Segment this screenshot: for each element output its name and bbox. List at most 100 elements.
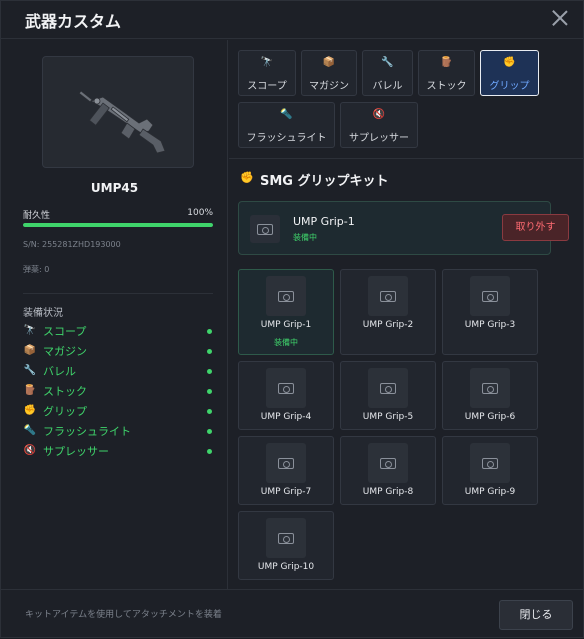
grip-card[interactable]: UMP Grip-1 装備中 xyxy=(238,269,334,355)
equip-status-barrel: 🔧 バレル xyxy=(23,363,213,381)
grip-card[interactable]: UMP Grip-4 xyxy=(238,361,334,430)
gun-icon xyxy=(78,90,166,154)
grip-card[interactable]: UMP Grip-10 xyxy=(238,511,334,580)
grip-card[interactable]: UMP Grip-3 xyxy=(442,269,538,355)
equip-status-suppressor: 🔇 サプレッサー xyxy=(23,443,213,461)
equip-status-label: サプレッサー xyxy=(43,445,109,458)
grip-thumbnail xyxy=(266,443,306,483)
tab-label: サプレッサー xyxy=(349,133,409,144)
telescope-icon: 🔭 xyxy=(260,57,274,68)
close-icon[interactable] xyxy=(549,7,571,29)
tab-label: フラッシュライト xyxy=(246,133,327,144)
box-icon: 📦 xyxy=(322,57,336,68)
divider xyxy=(23,293,213,294)
tab-scope[interactable]: 🔭 スコープ xyxy=(238,50,296,96)
camera-icon xyxy=(482,291,498,302)
grip-label: UMP Grip-5 xyxy=(362,412,414,422)
grip-thumbnail xyxy=(368,276,408,316)
equip-status-scope: 🔭 スコープ xyxy=(23,323,213,341)
grip-equipped-status: 装備中 xyxy=(274,338,298,347)
telescope-icon: 🔭 xyxy=(23,325,37,336)
weapon-panel: UMP45 耐久性 100% S/N: 255281ZHD193000 弾薬: … xyxy=(1,40,228,589)
weapon-name: UMP45 xyxy=(90,181,139,195)
grip-thumbnail xyxy=(266,518,306,558)
muted-speaker-icon: 🔇 xyxy=(23,445,37,456)
grip-label: UMP Grip-7 xyxy=(260,487,312,497)
grip-thumbnail xyxy=(368,443,408,483)
equip-status-label: フラッシュライト xyxy=(43,425,131,438)
grip-label: UMP Grip-6 xyxy=(464,412,516,422)
grip-label: UMP Grip-2 xyxy=(362,320,414,330)
section-title: SMG グリップキット xyxy=(260,174,389,189)
equipped-status: 装備中 xyxy=(293,233,317,242)
status-dot xyxy=(207,409,212,414)
fist-icon: ✊ xyxy=(240,171,254,184)
grip-card[interactable]: UMP Grip-6 xyxy=(442,361,538,430)
grip-label: UMP Grip-4 xyxy=(260,412,312,422)
equip-status-magazine: 📦 マガジン xyxy=(23,343,213,361)
grip-card[interactable]: UMP Grip-9 xyxy=(442,436,538,505)
status-dot xyxy=(207,429,212,434)
camera-icon xyxy=(482,383,498,394)
status-dot xyxy=(207,329,212,334)
flashlight-icon: 🔦 xyxy=(23,425,37,436)
tab-label: ストック xyxy=(426,81,467,92)
close-button[interactable]: 閉じる xyxy=(499,600,573,630)
status-dot xyxy=(207,449,212,454)
durability-value: 100% xyxy=(187,208,213,218)
status-dot xyxy=(207,369,212,374)
equip-status-label: グリップ xyxy=(43,405,87,418)
grip-thumbnail xyxy=(470,368,510,408)
tab-label: バレル xyxy=(372,81,403,92)
grip-card[interactable]: UMP Grip-5 xyxy=(340,361,436,430)
durability-label: 耐久性 xyxy=(23,211,51,221)
tab-barrel[interactable]: 🔧 バレル xyxy=(362,50,413,96)
tab-magazine[interactable]: 📦 マガジン xyxy=(301,50,357,96)
dialog-title: 武器カスタム xyxy=(25,12,122,31)
weapon-image xyxy=(42,56,194,168)
grip-card[interactable]: UMP Grip-7 xyxy=(238,436,334,505)
camera-icon xyxy=(380,291,396,302)
camera-icon xyxy=(278,291,294,302)
tab-suppressor[interactable]: 🔇 サプレッサー xyxy=(340,102,418,148)
wrench-icon: 🔧 xyxy=(381,57,394,68)
tab-label: スコープ xyxy=(247,81,287,92)
flashlight-icon: 🔦 xyxy=(280,109,293,120)
grip-thumbnail xyxy=(470,443,510,483)
tab-label: グリップ xyxy=(489,81,530,92)
dialog-header: 武器カスタム xyxy=(1,1,584,39)
equip-status-grip: ✊ グリップ xyxy=(23,403,213,421)
tab-label: マガジン xyxy=(309,81,349,92)
grip-thumbnail xyxy=(470,276,510,316)
grip-label: UMP Grip-8 xyxy=(362,487,414,497)
grip-label: UMP Grip-3 xyxy=(464,320,516,330)
grip-card[interactable]: UMP Grip-8 xyxy=(340,436,436,505)
ammo-count: 弾薬: 0 xyxy=(23,265,50,274)
camera-icon xyxy=(278,533,294,544)
equip-status-stock: 🪵 ストック xyxy=(23,383,213,401)
equip-status-flashlight: 🔦 フラッシュライト xyxy=(23,423,213,441)
tab-flashlight[interactable]: 🔦 フラッシュライト xyxy=(238,102,335,148)
camera-icon xyxy=(278,458,294,469)
fist-icon: ✊ xyxy=(503,57,516,68)
footer-hint: キットアイテムを使用してアタッチメントを装着 xyxy=(25,610,222,620)
grip-card[interactable]: UMP Grip-2 xyxy=(340,269,436,355)
grip-thumbnail xyxy=(266,276,306,316)
muted-speaker-icon: 🔇 xyxy=(372,109,386,120)
tab-stock[interactable]: 🪵 ストック xyxy=(418,50,475,96)
remove-button[interactable]: 取り外す xyxy=(502,214,569,241)
camera-icon xyxy=(380,383,396,394)
camera-icon xyxy=(482,458,498,469)
equip-status-label: バレル xyxy=(43,365,76,378)
dialog-footer: キットアイテムを使用してアタッチメントを装着 閉じる xyxy=(1,589,584,639)
tab-grip[interactable]: ✊ グリップ xyxy=(480,50,539,96)
status-dot xyxy=(207,389,212,394)
fist-icon: ✊ xyxy=(23,405,37,416)
section-divider xyxy=(229,158,584,159)
camera-icon xyxy=(278,383,294,394)
equipped-thumbnail xyxy=(250,215,280,243)
grip-thumbnail xyxy=(368,368,408,408)
equipped-grip-card: UMP Grip-1 装備中 取り外す xyxy=(238,201,569,255)
equipment-status-title: 装備状況 xyxy=(23,308,63,319)
equipped-name: UMP Grip-1 xyxy=(293,215,355,228)
